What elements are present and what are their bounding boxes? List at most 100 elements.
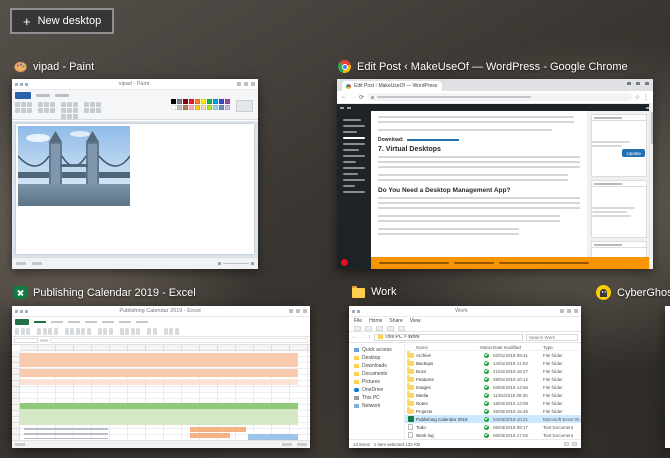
excel-window-thumbnail[interactable]: Publishing Calendar 2019 - Excel — [12, 306, 310, 448]
file-row[interactable]: Todo 05/03/2019 08:17 Text Document — [405, 423, 581, 431]
paint-titlebar: vipad - Paint — [12, 79, 258, 90]
tab-share[interactable]: Share — [389, 318, 402, 324]
explorer-status-bar: 13 items 1 item selected 132 KB — [349, 439, 581, 448]
folder-icon — [407, 407, 414, 414]
forward-icon[interactable]: → — [360, 334, 365, 340]
cyberghost-window-thumbnail-partial[interactable] — [665, 306, 670, 448]
paint-window-controls — [237, 82, 255, 86]
excel-file-tab — [15, 319, 29, 325]
refresh-icon[interactable]: ⟳ — [359, 94, 364, 101]
folder-icon — [377, 335, 383, 339]
nav-item-quick-access[interactable]: Quick access — [349, 346, 404, 354]
file-row[interactable]: Projects 25/02/2019 15:46 File folder — [405, 407, 581, 415]
excel-titlebar: Publishing Calendar 2019 - Excel — [12, 306, 310, 317]
wordpress-right-column: Update — [589, 111, 649, 269]
explorer-address-bar: ← → ↑ This PC > Work — [349, 332, 581, 343]
excel-window-label[interactable]: Publishing Calendar 2019 - Excel — [14, 286, 196, 299]
file-row[interactable]: Docs 21/01/2019 16:27 File folder — [405, 367, 581, 375]
column-name[interactable]: Name — [416, 345, 479, 350]
paint-canvas — [16, 124, 254, 254]
nav-item-onedrive[interactable]: OneDrive — [349, 386, 404, 394]
excel-row-headers — [12, 351, 20, 440]
paint-title: vipad - Paint — [118, 81, 150, 87]
cyberghost-window-label[interactable]: CyberGhost — [596, 285, 670, 300]
folder-icon — [407, 359, 414, 366]
file-row[interactable]: Backups 14/01/2019 11:03 File folder — [405, 359, 581, 367]
file-row-selected[interactable]: Publishing Calendar 2019 04/03/2019 10:2… — [405, 415, 581, 423]
chrome-tabstrip: Edit Post ‹ MakeUseOf — WordPress — [337, 79, 653, 91]
file-row[interactable]: Archive 02/01/2019 09:41 File folder — [405, 351, 581, 359]
file-row[interactable]: Work log 06/03/2019 17:02 Text Document — [405, 431, 581, 439]
paint-window-thumbnail[interactable]: vipad - Paint — [12, 79, 258, 269]
sync-check-icon — [483, 424, 489, 430]
address-bar[interactable] — [367, 93, 632, 101]
back-icon[interactable]: ← — [341, 94, 347, 100]
view-toggle-icons[interactable] — [564, 442, 577, 446]
excel-orange-cells-1 — [190, 427, 246, 432]
file-icon — [408, 432, 413, 438]
explorer-titlebar: Work — [349, 306, 581, 317]
up-icon[interactable]: ↑ — [368, 334, 371, 340]
heading-virtual-desktops: 7. Virtual Desktops — [378, 146, 441, 153]
nav-item-downloads[interactable]: Downloads — [349, 362, 404, 370]
paint-label-text: vipad - Paint — [33, 60, 95, 73]
wordpress-post-content: Download: 7. Virtual Desktops Do You Nee… — [371, 111, 587, 257]
file-row[interactable]: Media 11/02/2019 09:30 File folder — [405, 391, 581, 399]
download-link[interactable] — [406, 139, 459, 141]
nav-item-network[interactable]: Network — [349, 402, 404, 410]
new-desktop-button[interactable]: + New desktop — [10, 8, 115, 34]
download-label: Download: — [378, 137, 404, 143]
excel-peach-block-2 — [20, 369, 298, 377]
explorer-ribbon-icons — [349, 325, 581, 332]
tab-home[interactable]: Home — [369, 318, 382, 324]
column-type[interactable]: Type — [543, 345, 581, 350]
notification-badge — [341, 259, 348, 266]
excel-sheet[interactable] — [20, 351, 310, 440]
task-view: + New desktop vipad - Paint vipad - Pain… — [0, 0, 670, 458]
column-status[interactable]: Status — [479, 345, 493, 350]
chrome-scrollbar[interactable] — [649, 104, 653, 269]
nav-item-this-pc[interactable]: This PC — [349, 394, 404, 402]
paint-window-label[interactable]: vipad - Paint — [14, 60, 94, 73]
excel-grid — [12, 345, 310, 440]
column-date-modified[interactable]: Date modified — [493, 345, 543, 350]
explorer-window-label[interactable]: Work — [352, 285, 396, 298]
chrome-toolbar: ← → ⟳ ☆ ⋮ — [337, 91, 653, 104]
cyberghost-label-text: CyberGhost — [617, 286, 670, 299]
wordpress-editor: Download: 7. Virtual Desktops Do You Nee… — [337, 104, 653, 269]
chrome-active-tab[interactable]: Edit Post ‹ MakeUseOf — WordPress — [342, 81, 442, 91]
chrome-window-label[interactable]: Edit Post ‹ MakeUseOf — WordPress - Goog… — [338, 60, 628, 73]
file-row[interactable]: Notes 18/02/2019 13:08 File folder — [405, 399, 581, 407]
tab-view[interactable]: View — [410, 318, 421, 324]
forward-icon[interactable]: → — [350, 94, 356, 100]
menu-dots-icon[interactable]: ⋮ — [643, 94, 649, 101]
excel-orange-cells-2 — [190, 433, 230, 438]
excel-formula-field[interactable] — [50, 338, 308, 343]
bookmark-star-icon[interactable]: ☆ — [635, 94, 640, 101]
paint-zoom-slider — [218, 262, 254, 265]
plus-icon: + — [23, 13, 31, 29]
folder-icon — [407, 383, 414, 390]
explorer-quick-access-toolbar — [352, 309, 360, 313]
file-row[interactable]: Images 04/02/2019 14:55 File folder — [405, 383, 581, 391]
breadcrumb[interactable]: This PC > Work — [373, 333, 523, 341]
nav-item-pictures[interactable]: Pictures — [349, 378, 404, 386]
sync-check-icon — [483, 392, 489, 398]
nav-item-desktop[interactable]: Desktop — [349, 354, 404, 362]
folder-icon — [407, 367, 414, 374]
explorer-window-thumbnail[interactable]: Work File Home Share View ← → ↑ This PC … — [349, 306, 581, 448]
file-row[interactable]: Features 28/01/2019 10:12 File folder — [405, 375, 581, 383]
back-icon[interactable]: ← — [352, 334, 357, 340]
tab-file[interactable]: File — [354, 318, 362, 324]
explorer-search-input[interactable] — [526, 333, 578, 341]
excel-ribbon — [12, 317, 310, 337]
update-button[interactable]: Update — [622, 149, 645, 157]
excel-ribbon-groups — [15, 328, 307, 335]
cyberghost-ghost-icon — [596, 285, 611, 300]
nav-item-documents[interactable]: Documents — [349, 370, 404, 378]
paint-status-bar — [12, 257, 258, 269]
wordpress-sidebar-active-item[interactable] — [337, 137, 371, 139]
fx-icon — [40, 339, 48, 342]
excel-icon — [14, 286, 27, 299]
chrome-window-thumbnail[interactable]: Edit Post ‹ MakeUseOf — WordPress ← → ⟳ … — [337, 79, 653, 269]
